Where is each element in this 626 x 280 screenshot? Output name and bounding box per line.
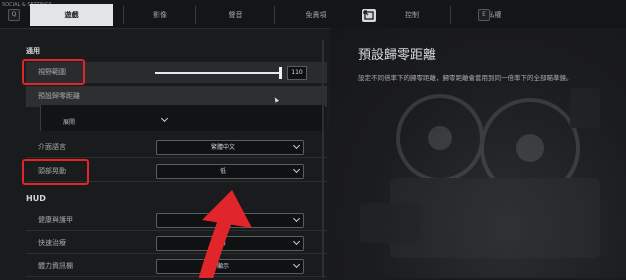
tab-divider [274,6,275,24]
settings-scrollbar[interactable] [322,40,324,278]
chevron-down-icon [292,237,301,246]
language-row[interactable]: 介面語言 繁體中文 [26,137,327,158]
hud-row-label: 健康與護甲 [38,216,73,224]
chevron-down-icon [292,165,301,174]
hud-row-label: 快速治療 [38,239,66,247]
head-bob-highlight-box [22,159,89,185]
fov-highlight-box [22,59,85,85]
next-tab-key[interactable]: E [478,9,490,21]
language-label: 介面語言 [38,143,66,151]
chevron-down-icon [292,214,301,223]
tab-divider [450,6,451,24]
tab-privacy[interactable]: 隱私權 [452,4,530,26]
fov-slider-fill [155,72,282,74]
chevron-down-icon [292,141,301,150]
detail-background [330,28,626,278]
tab-divider [123,6,124,24]
language-value: 繁體中文 [210,144,235,151]
language-dropdown[interactable]: 繁體中文 [156,140,304,155]
tab-gameplay[interactable]: 遊戲 [30,4,113,26]
controller-icon [362,9,376,22]
hud-row[interactable]: 健康與護甲 自 [26,210,327,231]
detail-title: 預設歸零距離 [358,48,437,63]
hud-row[interactable]: 快速治療 自 [26,233,327,254]
tab-audio[interactable]: 聲音 [197,4,274,26]
hud-row-label: 體力資訊欄 [38,262,73,270]
head-bob-dropdown[interactable]: 低 [156,164,304,179]
zeroing-row[interactable]: 預設歸零距離 [26,86,327,107]
section-hud-title: HUD [26,194,46,203]
fov-slider-handle[interactable] [279,67,282,79]
hud-row[interactable]: 體力資訊欄 顯示 [26,256,327,277]
zeroing-label: 預設歸零距離 [38,92,80,100]
controller-icon-glyph [363,10,374,20]
zeroing-expand-box[interactable] [40,105,325,131]
tab-video[interactable]: 影像 [125,4,195,26]
annotation-arrow-icon [199,190,252,278]
chevron-down-icon [292,260,301,269]
tab-disclaimer[interactable]: 免責項 [276,4,356,26]
prev-tab-key[interactable]: Q [8,9,20,21]
section-general-title: 通用 [26,47,40,55]
head-bob-value: 低 [219,168,226,175]
fov-value-field[interactable]: 110 [287,66,307,80]
zeroing-expand-label: 展開 [63,119,76,126]
tab-controls[interactable]: 控制 [382,4,442,26]
tab-divider [195,6,196,24]
detail-description: 設定不同倍率下的歸零距離，歸零距離會套用到同一倍率下的全部瞄準鏡。 [358,74,573,82]
film-projector-artwork [360,88,600,258]
